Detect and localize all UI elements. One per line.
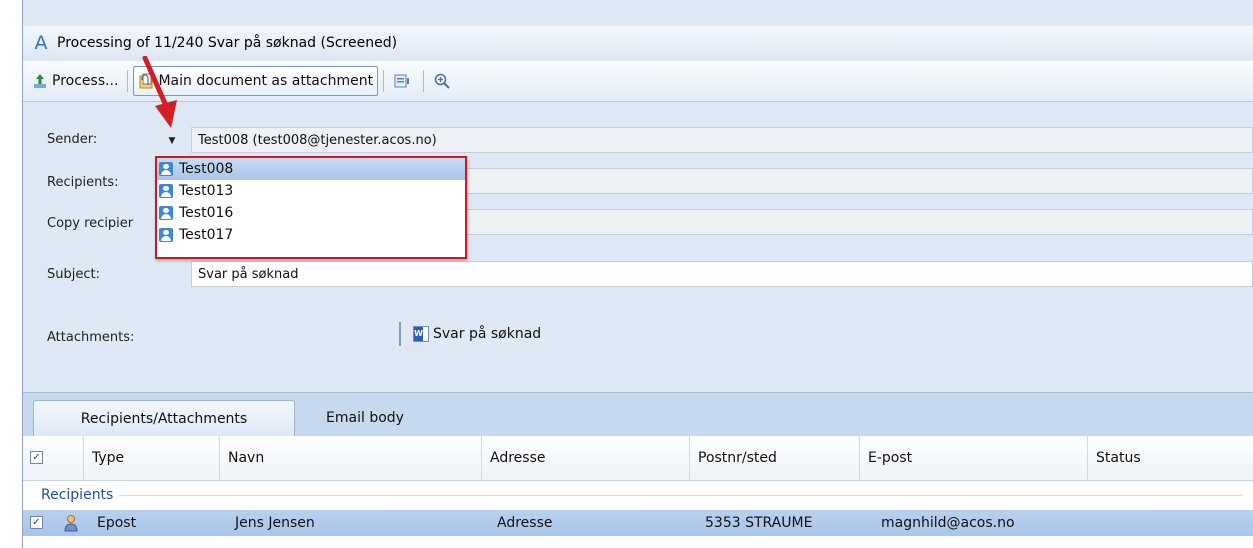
person-icon (64, 515, 78, 532)
cell-type: Epost (97, 510, 136, 536)
sender-field[interactable]: Test008 (test008@tjenester.acos.no) (191, 127, 1253, 153)
dropdown-item-label: Test016 (179, 205, 234, 221)
row-checkbox[interactable]: ✓ (30, 516, 43, 529)
app-logo-icon: A (34, 32, 48, 54)
column-header-label: E-post (868, 450, 913, 466)
column-header-label: Postnr/sted (698, 450, 777, 466)
attachment-name: Svar på søknad (433, 326, 542, 342)
properties-button[interactable] (389, 67, 418, 95)
group-label: Recipients (41, 487, 120, 503)
dropdown-item[interactable]: Test017 (157, 224, 465, 246)
dropdown-item[interactable]: Test008 (157, 158, 465, 180)
dropdown-item-label: Test008 (179, 161, 234, 177)
dropdown-item-label: Test017 (179, 227, 234, 243)
group-divider (119, 494, 1243, 496)
zoom-in-icon (434, 73, 450, 89)
tab-strip: Recipients/Attachments Email body (23, 392, 1253, 437)
cell-text: magnhild@acos.no (881, 515, 1015, 531)
column-header-label: Adresse (490, 450, 546, 466)
tab-label: Email body (326, 410, 404, 426)
column-header-epost[interactable]: E-post (859, 436, 1087, 480)
main-document-label: Main document as attachment (158, 73, 374, 89)
title-bar: A Processing of 11/240 Svar på søknad (S… (23, 26, 1253, 60)
recipients-group-header: Recipients (23, 480, 1253, 510)
toolbar-separator (383, 70, 385, 92)
cell-text: Epost (97, 515, 137, 531)
process-icon (34, 74, 46, 88)
subject-label: Subject: (47, 267, 100, 282)
column-header-label: Navn (228, 450, 265, 466)
column-header-status[interactable]: Status (1087, 436, 1253, 480)
cell-text: Jens Jensen (235, 515, 315, 531)
sender-dropdown-list: Test008 Test013 Test016 Test017 (155, 156, 467, 259)
tab-recipients-attachments[interactable]: Recipients/Attachments (33, 400, 295, 437)
sender-value: Test008 (test008@tjenester.acos.no) (198, 132, 437, 148)
properties-icon (394, 74, 410, 88)
column-header-navn[interactable]: Navn (219, 436, 481, 480)
toolbar-separator (423, 70, 425, 92)
process-button-label: Process... (52, 73, 119, 89)
dropdown-item[interactable]: Test016 (157, 202, 465, 224)
toolbar: Process... Main document as attachment (23, 61, 1253, 102)
recipients-grid: ✓ Type Navn Adresse Postnr/sted E-post S… (23, 436, 1253, 548)
column-header-label: Type (92, 450, 125, 466)
grid-header: ✓ Type Navn Adresse Postnr/sted E-post S… (23, 436, 1253, 481)
window-title: Processing of 11/240 Svar på søknad (Scr… (57, 35, 398, 51)
column-header-postnr[interactable]: Postnr/sted (689, 436, 859, 480)
zoom-button[interactable] (429, 67, 458, 95)
attachment-item[interactable]: Svar på søknad (399, 322, 541, 346)
tab-email-body[interactable]: Email body (295, 400, 435, 436)
dropdown-item-label: Test013 (179, 183, 234, 199)
copy-recipients-label: Copy recipier (47, 216, 134, 231)
select-all-checkbox[interactable]: ✓ (30, 451, 43, 464)
user-icon (159, 184, 173, 198)
user-icon (159, 206, 173, 220)
column-header-adresse[interactable]: Adresse (481, 436, 689, 480)
dropdown-arrow-icon: ▼ (168, 136, 176, 146)
cell-text: 5353 STRAUME (705, 515, 813, 531)
red-arrow-annotation (142, 56, 177, 128)
user-icon (159, 162, 173, 176)
dropdown-item[interactable]: Test013 (157, 180, 465, 202)
user-icon (159, 228, 173, 242)
cell-postnr: 5353 STRAUME (705, 510, 812, 536)
cell-text: Adresse (497, 515, 553, 531)
subject-value: Svar på søknad (198, 266, 299, 282)
subject-field[interactable]: Svar på søknad (191, 261, 1253, 287)
cell-navn: Jens Jensen (235, 510, 315, 536)
tab-label: Recipients/Attachments (80, 411, 248, 427)
word-document-icon (413, 326, 429, 342)
toolbar-separator (127, 70, 129, 92)
column-header-label: Status (1096, 450, 1141, 466)
sender-label: Sender: (47, 132, 98, 147)
cell-adresse: Adresse (497, 510, 552, 536)
cell-epost: magnhild@acos.no (881, 510, 1015, 536)
table-row[interactable]: ✓ Epost Jens Jensen Adresse 5353 STRAUME… (23, 510, 1253, 536)
processing-window: A Processing of 11/240 Svar på søknad (S… (22, 0, 1253, 548)
recipients-label: Recipients: (47, 175, 119, 190)
attachments-label: Attachments: (47, 330, 135, 345)
column-header-type[interactable]: Type (83, 436, 219, 480)
process-button[interactable]: Process... (27, 67, 122, 95)
